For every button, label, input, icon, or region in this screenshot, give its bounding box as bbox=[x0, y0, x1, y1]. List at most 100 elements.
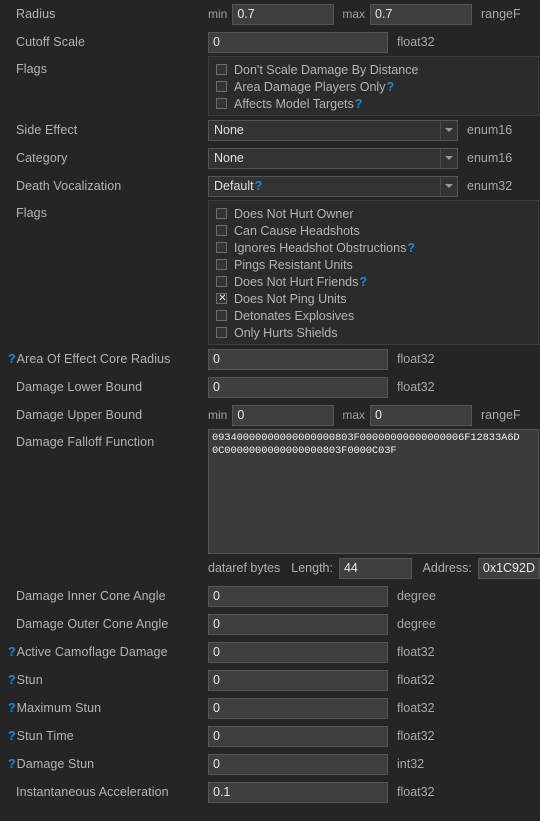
hex-line: 0C0000000000000000803F0000C03F bbox=[212, 445, 397, 457]
checkbox-checked[interactable] bbox=[216, 292, 228, 305]
help-icon[interactable]: ? bbox=[8, 352, 16, 366]
help-icon[interactable]: ? bbox=[407, 241, 415, 255]
flag-item[interactable]: Can Cause Headshots bbox=[209, 222, 538, 239]
property-row-radius: Radius min 0.7 max 0.7 rangeF bbox=[0, 0, 540, 28]
checkbox-unchecked[interactable] bbox=[216, 98, 227, 109]
property-value-instantaneous-acceleration: 0.1 float32 bbox=[208, 778, 435, 806]
property-label-cell-maximum-stun: ? Maximum Stun bbox=[0, 694, 208, 722]
dataref-caption: dataref bytes bbox=[208, 561, 281, 575]
chevron-down-icon[interactable] bbox=[440, 120, 457, 140]
address-input[interactable]: 0x1C92D bbox=[477, 557, 540, 579]
input-instantaneous-acceleration[interactable]: 0.1 bbox=[208, 781, 388, 803]
property-value-area-of-effect-core-radius: 0 float32 bbox=[208, 345, 435, 373]
input-damage-outer-cone-angle[interactable]: 0 bbox=[208, 613, 388, 635]
property-label-cell-stun: ? Stun bbox=[0, 666, 208, 694]
flag-item[interactable]: Does Not Hurt Owner bbox=[209, 205, 538, 222]
input-stun[interactable]: 0 bbox=[208, 669, 388, 691]
flag-item[interactable]: Ignores Headshot Obstructions? bbox=[209, 239, 538, 256]
property-label-cell-damage-lower-bound: Damage Lower Bound bbox=[0, 373, 208, 401]
input-damage-inner-cone-angle[interactable]: 0 bbox=[208, 585, 388, 607]
property-value-damage-outer-cone-angle: 0 degree bbox=[208, 610, 436, 638]
checkbox-unchecked[interactable] bbox=[216, 242, 227, 253]
property-row-damage-outer-cone-angle: Damage Outer Cone Angle 0 degree bbox=[0, 610, 540, 638]
property-row-flags-1: Flags Don't Scale Damage By Distance Area … bbox=[0, 56, 540, 116]
help-icon[interactable]: ? bbox=[386, 80, 394, 94]
checkbox-unchecked[interactable] bbox=[216, 276, 227, 287]
dropdown-side-effect[interactable]: None bbox=[208, 119, 458, 141]
max-label-damage-upper-bound: max bbox=[342, 408, 366, 422]
flag-item[interactable]: Affects Model Targets? bbox=[209, 95, 538, 112]
dropdown-death-vocalization[interactable]: Default? bbox=[208, 175, 458, 197]
property-label-cell-flags-1: Flags bbox=[0, 56, 208, 76]
chevron-down-icon[interactable] bbox=[440, 176, 457, 196]
flag-item[interactable]: Pings Resistant Units bbox=[209, 256, 538, 273]
max-label-radius: max bbox=[342, 7, 366, 21]
type-label-area-of-effect-core-radius: float32 bbox=[397, 352, 435, 366]
chevron-down-glyph bbox=[445, 156, 453, 160]
checkbox-unchecked[interactable] bbox=[216, 81, 227, 92]
property-value-damage-lower-bound: 0 float32 bbox=[208, 373, 435, 401]
property-rows-container: Radius min 0.7 max 0.7 rangeF Cutoff Scale 0 flo… bbox=[0, 0, 540, 806]
property-label-cell-side-effect: Side Effect bbox=[0, 116, 208, 144]
type-label-maximum-stun: float32 bbox=[397, 701, 435, 715]
type-label-damage-stun: int32 bbox=[397, 757, 425, 771]
min-label-damage-upper-bound: min bbox=[208, 408, 228, 422]
property-row-flags-2: Flags Does Not Hurt Owner Can Cause Headsh… bbox=[0, 200, 540, 345]
help-icon[interactable]: ? bbox=[8, 673, 16, 687]
help-icon[interactable]: ? bbox=[8, 645, 16, 659]
dropdown-value-text-category: None bbox=[214, 151, 244, 165]
help-icon[interactable]: ? bbox=[355, 97, 363, 111]
flag-item[interactable]: Area Damage Players Only? bbox=[209, 78, 538, 95]
property-label-cutoff-scale: Cutoff Scale bbox=[16, 35, 86, 49]
input-maximum-stun[interactable]: 0 bbox=[208, 697, 388, 719]
hex-textarea-damage-falloff-function[interactable]: 09340000000000000000803F0000000000000000… bbox=[208, 429, 539, 554]
flag-label: Does Not Hurt Owner bbox=[234, 206, 354, 221]
input-damage-stun[interactable]: 0 bbox=[208, 753, 388, 775]
type-label-side-effect: enum16 bbox=[467, 123, 513, 137]
hex-value-wrap: 09340000000000000000803F0000000000000000… bbox=[208, 429, 539, 554]
flag-label: Pings Resistant Units bbox=[234, 257, 353, 272]
checkbox-unchecked[interactable] bbox=[216, 64, 227, 75]
length-label: Length: bbox=[291, 561, 333, 575]
input-damage-lower-bound[interactable]: 0 bbox=[208, 376, 388, 398]
chevron-down-icon[interactable] bbox=[440, 148, 457, 168]
input-active-camoflage-damage[interactable]: 0 bbox=[208, 641, 388, 663]
input-area-of-effect-core-radius[interactable]: 0 bbox=[208, 348, 388, 370]
flag-item[interactable]: Only Hurts Shields bbox=[209, 324, 538, 341]
input-stun-time[interactable]: 0 bbox=[208, 725, 388, 747]
help-icon[interactable]: ? bbox=[8, 729, 16, 743]
property-label-cell-damage-stun: ? Damage Stun bbox=[0, 750, 208, 778]
flag-item[interactable]: Does Not Hurt Friends? bbox=[209, 273, 538, 290]
flag-item[interactable]: Detonates Explosives bbox=[209, 307, 538, 324]
type-label-damage-outer-cone-angle: degree bbox=[397, 617, 436, 631]
help-icon[interactable]: ? bbox=[8, 701, 16, 715]
property-row-damage-stun: ? Damage Stun 0 int32 bbox=[0, 750, 540, 778]
hex-line: 09340000000000000000803F0000000000000000… bbox=[212, 432, 520, 444]
flags-group-flags-2: Does Not Hurt Owner Can Cause Headshots Ig… bbox=[208, 200, 539, 345]
min-input-damage-upper-bound[interactable]: 0 bbox=[232, 404, 335, 426]
checkbox-unchecked[interactable] bbox=[216, 259, 227, 270]
help-icon[interactable]: ? bbox=[255, 179, 263, 193]
input-cutoff-scale[interactable]: 0 bbox=[208, 31, 388, 53]
checkbox-unchecked[interactable] bbox=[216, 327, 227, 338]
dropdown-value-category: None bbox=[209, 151, 440, 165]
max-input-damage-upper-bound[interactable]: 0 bbox=[370, 404, 473, 426]
property-label-area-of-effect-core-radius: Area Of Effect Core Radius bbox=[16, 352, 171, 366]
min-input-radius[interactable]: 0.7 bbox=[232, 3, 335, 25]
property-value-radius: min 0.7 max 0.7 rangeF bbox=[208, 0, 521, 28]
max-input-radius[interactable]: 0.7 bbox=[370, 3, 473, 25]
length-input[interactable]: 44 bbox=[338, 557, 412, 579]
checkbox-unchecked[interactable] bbox=[216, 310, 227, 321]
help-icon[interactable]: ? bbox=[8, 757, 16, 771]
property-value-side-effect: None enum16 bbox=[208, 116, 512, 144]
property-label-damage-outer-cone-angle: Damage Outer Cone Angle bbox=[16, 617, 169, 631]
property-value-damage-inner-cone-angle: 0 degree bbox=[208, 582, 436, 610]
property-row-side-effect: Side Effect None enum16 bbox=[0, 116, 540, 144]
flag-item[interactable]: Don't Scale Damage By Distance bbox=[209, 61, 538, 78]
flag-item[interactable]: Does Not Ping Units bbox=[209, 290, 538, 307]
checkbox-unchecked[interactable] bbox=[216, 208, 227, 219]
dropdown-category[interactable]: None bbox=[208, 147, 458, 169]
help-icon[interactable]: ? bbox=[359, 275, 367, 289]
property-label-cell-damage-inner-cone-angle: Damage Inner Cone Angle bbox=[0, 582, 208, 610]
checkbox-unchecked[interactable] bbox=[216, 225, 227, 236]
